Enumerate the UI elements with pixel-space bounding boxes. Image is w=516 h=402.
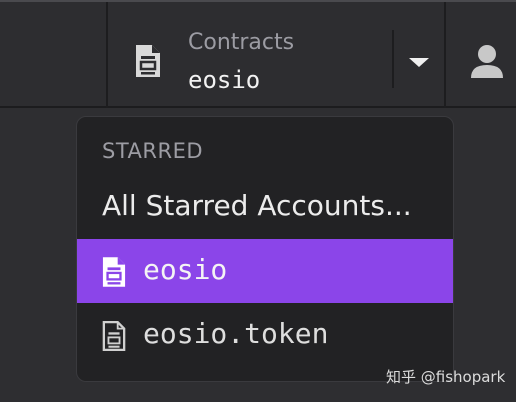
- contract-doc-icon: [136, 45, 160, 77]
- account-item-eosio[interactable]: eosio: [77, 239, 453, 303]
- contract-selector[interactable]: Contracts eosio: [108, 2, 392, 108]
- contract-doc-icon: [102, 257, 126, 287]
- all-starred-accounts-item[interactable]: All Starred Accounts...: [77, 181, 453, 237]
- contract-doc-icon: [102, 321, 126, 351]
- account-item-label: eosio: [143, 253, 228, 286]
- chevron-down-icon: [409, 58, 429, 67]
- account-item-label: eosio.token: [143, 317, 329, 350]
- top-bar: Contracts eosio: [0, 0, 516, 108]
- all-starred-accounts-label: All Starred Accounts...: [102, 189, 412, 222]
- section-header-starred: STARRED: [102, 139, 204, 163]
- app-stage: Contracts eosio STARRED All Starred Acco…: [0, 0, 516, 402]
- contract-selector-value: eosio: [188, 66, 261, 94]
- user-avatar-button[interactable]: [446, 2, 516, 108]
- account-item-eosio-token[interactable]: eosio.token: [77, 303, 453, 367]
- starred-accounts-dropdown: STARRED All Starred Accounts... eosio eo…: [76, 116, 454, 382]
- dropdown-toggle-button[interactable]: [394, 2, 444, 108]
- watermark: 知乎 @fishopark: [386, 368, 506, 386]
- user-avatar-icon: [471, 45, 503, 78]
- contract-selector-label: Contracts: [188, 30, 295, 55]
